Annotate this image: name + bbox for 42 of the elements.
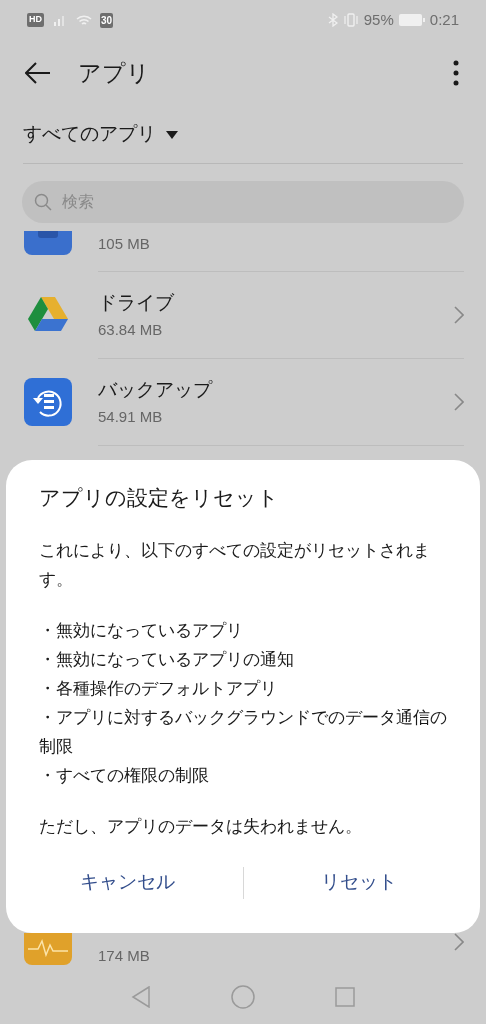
drive-icon <box>28 296 68 333</box>
wifi-icon <box>76 13 92 27</box>
search-icon <box>34 193 52 211</box>
folder-icon <box>24 231 72 255</box>
bullet-text: ・無効になっているアプリ <box>39 619 243 642</box>
chevron-right-icon <box>454 933 464 951</box>
chevron-right-icon <box>454 393 464 411</box>
nav-recents-icon[interactable] <box>335 987 355 1007</box>
network-badge: 30 <box>100 12 114 28</box>
backup-icon <box>24 377 72 426</box>
bluetooth-icon <box>327 13 338 27</box>
bullet-text: ・各種操作のデフォルトアプリ <box>39 677 277 700</box>
reset-button[interactable]: リセット <box>243 860 474 905</box>
clock: 0:21 <box>429 9 459 30</box>
health-icon <box>24 933 72 965</box>
app-name: ドライブ <box>98 290 175 315</box>
dialog-title: アプリの設定をリセット <box>39 485 280 511</box>
app-filter-dropdown[interactable]: すべてのアプリ <box>23 120 178 149</box>
app-list-item[interactable]: バックアップ 54.91 MB <box>0 358 486 445</box>
hd-indicator: HD <box>27 13 44 27</box>
app-name: バックアップ <box>98 377 214 402</box>
back-arrow-icon <box>25 62 51 84</box>
page-title: アプリ <box>78 58 150 88</box>
app-size: 63.84 MB <box>98 320 164 340</box>
app-size: 54.91 MB <box>98 407 164 427</box>
cancel-button[interactable]: キャンセル <box>12 860 243 905</box>
dialog-note: ただし、アプリのデータは失われません。 <box>39 815 363 838</box>
bullet-text: ・アプリに対するバックグラウンドでのデータ通信の制限 <box>39 706 447 758</box>
vibrate-icon <box>342 13 359 27</box>
app-list-item[interactable]: ドライブ 63.84 MB <box>0 271 486 358</box>
battery-icon <box>398 14 425 26</box>
dialog-message: これにより、以下のすべての設定がリセットされます。 <box>39 539 431 591</box>
chevron-right-icon <box>454 306 464 324</box>
dropdown-caret-icon <box>166 130 178 139</box>
more-icon <box>453 60 459 86</box>
bullet-text: ・すべての権限の制限 <box>39 764 209 787</box>
battery-percent: 95% <box>363 9 394 30</box>
nav-back-icon[interactable] <box>131 986 151 1008</box>
app-size: 105 MB <box>98 233 150 254</box>
nav-home-icon[interactable] <box>231 985 255 1009</box>
app-size: 174 MB <box>98 946 151 966</box>
bullet-text: ・無効になっているアプリの通知 <box>39 648 294 671</box>
